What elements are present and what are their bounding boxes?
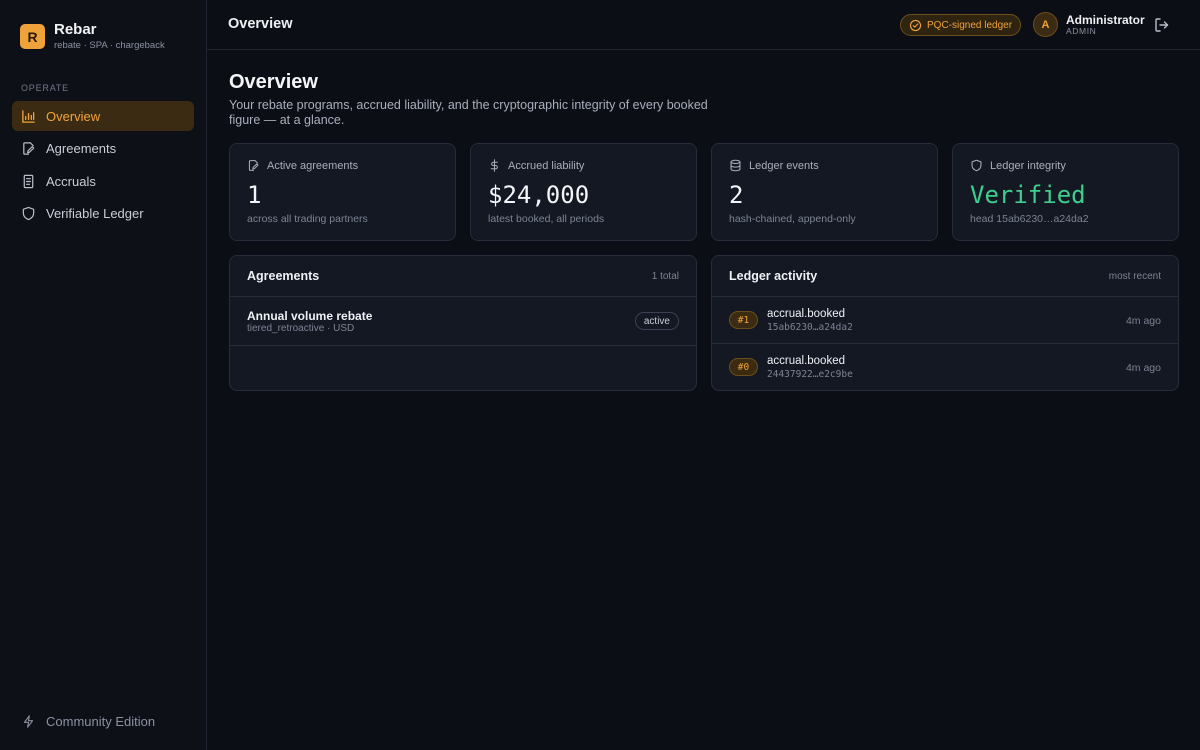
sidebar-item-label: Accruals bbox=[46, 173, 96, 189]
ledger-time: 4m ago bbox=[1125, 362, 1161, 374]
database-icon bbox=[730, 159, 741, 172]
stat-subtext: latest booked, all periods bbox=[488, 213, 605, 225]
file-signature-icon bbox=[21, 141, 36, 156]
list-item[interactable]: Annual volume rebate tiered_retroactive … bbox=[230, 297, 696, 346]
sidebar-nav: Overview Agreements Accruals Verifiable … bbox=[12, 101, 194, 231]
agreement-meta: tiered_retroactive · USD bbox=[247, 323, 355, 334]
brand-name: Rebar bbox=[54, 21, 97, 38]
sequence-badge: #0 bbox=[729, 358, 758, 376]
list-item[interactable]: #0 accrual.booked 24437922…e2c9be 4m ago bbox=[712, 344, 1178, 391]
bar-chart-icon bbox=[21, 109, 36, 124]
panel-meta: 1 total bbox=[651, 270, 679, 282]
logout-button[interactable] bbox=[1154, 17, 1170, 33]
stat-card-ledger-events: Ledger events 2 hash-chained, append-onl… bbox=[711, 143, 938, 241]
brand[interactable]: R Rebar rebate · SPA · chargeback bbox=[20, 22, 165, 51]
panel-title: Ledger activity bbox=[729, 269, 818, 283]
user-role: ADMIN bbox=[1066, 26, 1097, 36]
receipt-icon bbox=[21, 174, 36, 189]
dollar-icon bbox=[490, 159, 498, 172]
sidebar-item-agreements[interactable]: Agreements bbox=[12, 134, 194, 164]
agreements-panel: Agreements 1 total Annual volume rebate … bbox=[229, 255, 697, 391]
sidebar-item-verifiable-ledger[interactable]: Verifiable Ledger bbox=[12, 199, 194, 229]
stat-value-verified: Verified bbox=[970, 181, 1086, 209]
lightning-icon bbox=[23, 715, 34, 728]
status-badge: active bbox=[634, 312, 679, 330]
ledger-activity-panel: Ledger activity most recent #1 accrual.b… bbox=[711, 255, 1179, 391]
sidebar-item-label: Overview bbox=[46, 108, 101, 124]
stat-subtext: head 15ab6230…a24da2 bbox=[970, 213, 1089, 225]
stat-label: Active agreements bbox=[267, 159, 359, 172]
sidebar-item-label: Verifiable Ledger bbox=[46, 206, 144, 221]
ledger-hash: 15ab6230…a24da2 bbox=[767, 322, 853, 333]
logout-icon bbox=[1155, 18, 1169, 32]
brand-subtitle: rebate · SPA · chargeback bbox=[54, 40, 165, 51]
sidebar-item-accruals[interactable]: Accruals bbox=[12, 166, 194, 196]
file-signature-icon bbox=[248, 160, 259, 171]
shield-icon bbox=[21, 206, 36, 221]
sidebar: R Rebar rebate · SPA · chargeback OPERAT… bbox=[0, 0, 207, 750]
stat-card-ledger-integrity: Ledger integrity Verified head 15ab6230…… bbox=[952, 143, 1179, 241]
topbar-title: Overview bbox=[228, 16, 293, 32]
agreement-name: Annual volume rebate bbox=[247, 309, 373, 323]
sidebar-item-overview[interactable]: Overview bbox=[12, 101, 194, 131]
check-circle-icon bbox=[909, 19, 922, 31]
page-title: Overview bbox=[229, 71, 318, 93]
stat-subtext: across all trading partners bbox=[247, 213, 368, 225]
ledger-hash: 24437922…e2c9be bbox=[767, 369, 853, 380]
stat-value: 1 bbox=[247, 181, 262, 209]
edition-label: Community Edition bbox=[22, 714, 155, 729]
stat-label: Ledger integrity bbox=[990, 159, 1066, 172]
top-bar: Overview PQC-signed ledger A Administrat… bbox=[207, 0, 1200, 50]
nav-section-label: OPERATE bbox=[21, 83, 69, 93]
shield-icon bbox=[971, 159, 982, 172]
pqc-ledger-badge: PQC-signed ledger bbox=[900, 14, 1022, 36]
stat-card-accrued-liability: Accrued liability $24,000 latest booked,… bbox=[470, 143, 697, 241]
list-item[interactable]: #1 accrual.booked 15ab6230…a24da2 4m ago bbox=[712, 297, 1178, 344]
stat-value: 2 bbox=[729, 181, 744, 209]
stat-subtext: hash-chained, append-only bbox=[729, 213, 856, 225]
sidebar-item-label: Agreements bbox=[46, 141, 117, 156]
pqc-badge-label: PQC-signed ledger bbox=[927, 19, 1013, 31]
stat-value: $24,000 bbox=[488, 181, 590, 209]
avatar[interactable]: A bbox=[1033, 12, 1058, 37]
stat-label: Ledger events bbox=[749, 159, 819, 172]
ledger-event: accrual.booked bbox=[767, 308, 845, 320]
user-name: Administrator bbox=[1066, 13, 1145, 27]
edition-text: Community Edition bbox=[46, 714, 156, 729]
stat-label: Accrued liability bbox=[508, 159, 585, 172]
ledger-time: 4m ago bbox=[1125, 315, 1161, 327]
panel-meta: most recent bbox=[1108, 270, 1161, 282]
panel-title: Agreements bbox=[247, 269, 320, 283]
ledger-event: accrual.booked bbox=[767, 355, 845, 367]
page-description: Your rebate programs, accrued liability,… bbox=[229, 98, 708, 127]
stat-card-active-agreements: Active agreements 1 across all trading p… bbox=[229, 143, 456, 241]
sequence-badge: #1 bbox=[729, 311, 758, 329]
brand-logo: R bbox=[20, 24, 45, 49]
